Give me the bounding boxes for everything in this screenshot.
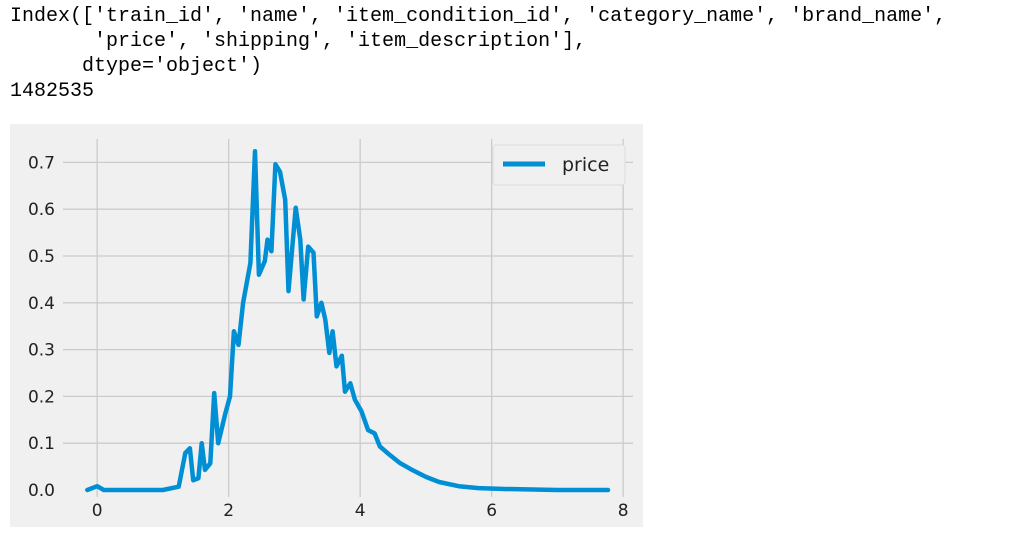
x-tick-label: 2 — [223, 501, 234, 521]
y-tick-label: 0.5 — [28, 247, 55, 267]
x-tick-label: 4 — [355, 501, 366, 521]
y-tick-label: 0.6 — [28, 200, 55, 220]
y-tick-label: 0.7 — [28, 153, 55, 173]
legend: price — [492, 144, 626, 186]
y-tick-label: 0.4 — [28, 294, 55, 314]
x-tick-label: 0 — [92, 501, 103, 521]
y-tick-label: 0.0 — [28, 481, 55, 501]
y-tick-label: 0.3 — [28, 341, 55, 361]
y-tick-label: 0.2 — [28, 387, 55, 407]
y-tick-label: 0.1 — [28, 434, 55, 454]
x-tick-label: 8 — [618, 501, 629, 521]
legend-label-price: price — [562, 154, 609, 176]
price-density-chart: 0 2 4 6 8 0.0 0.1 0.2 0.3 0.4 0.5 0.6 0.7 price — [10, 124, 643, 527]
x-tick-label: 6 — [486, 501, 497, 521]
